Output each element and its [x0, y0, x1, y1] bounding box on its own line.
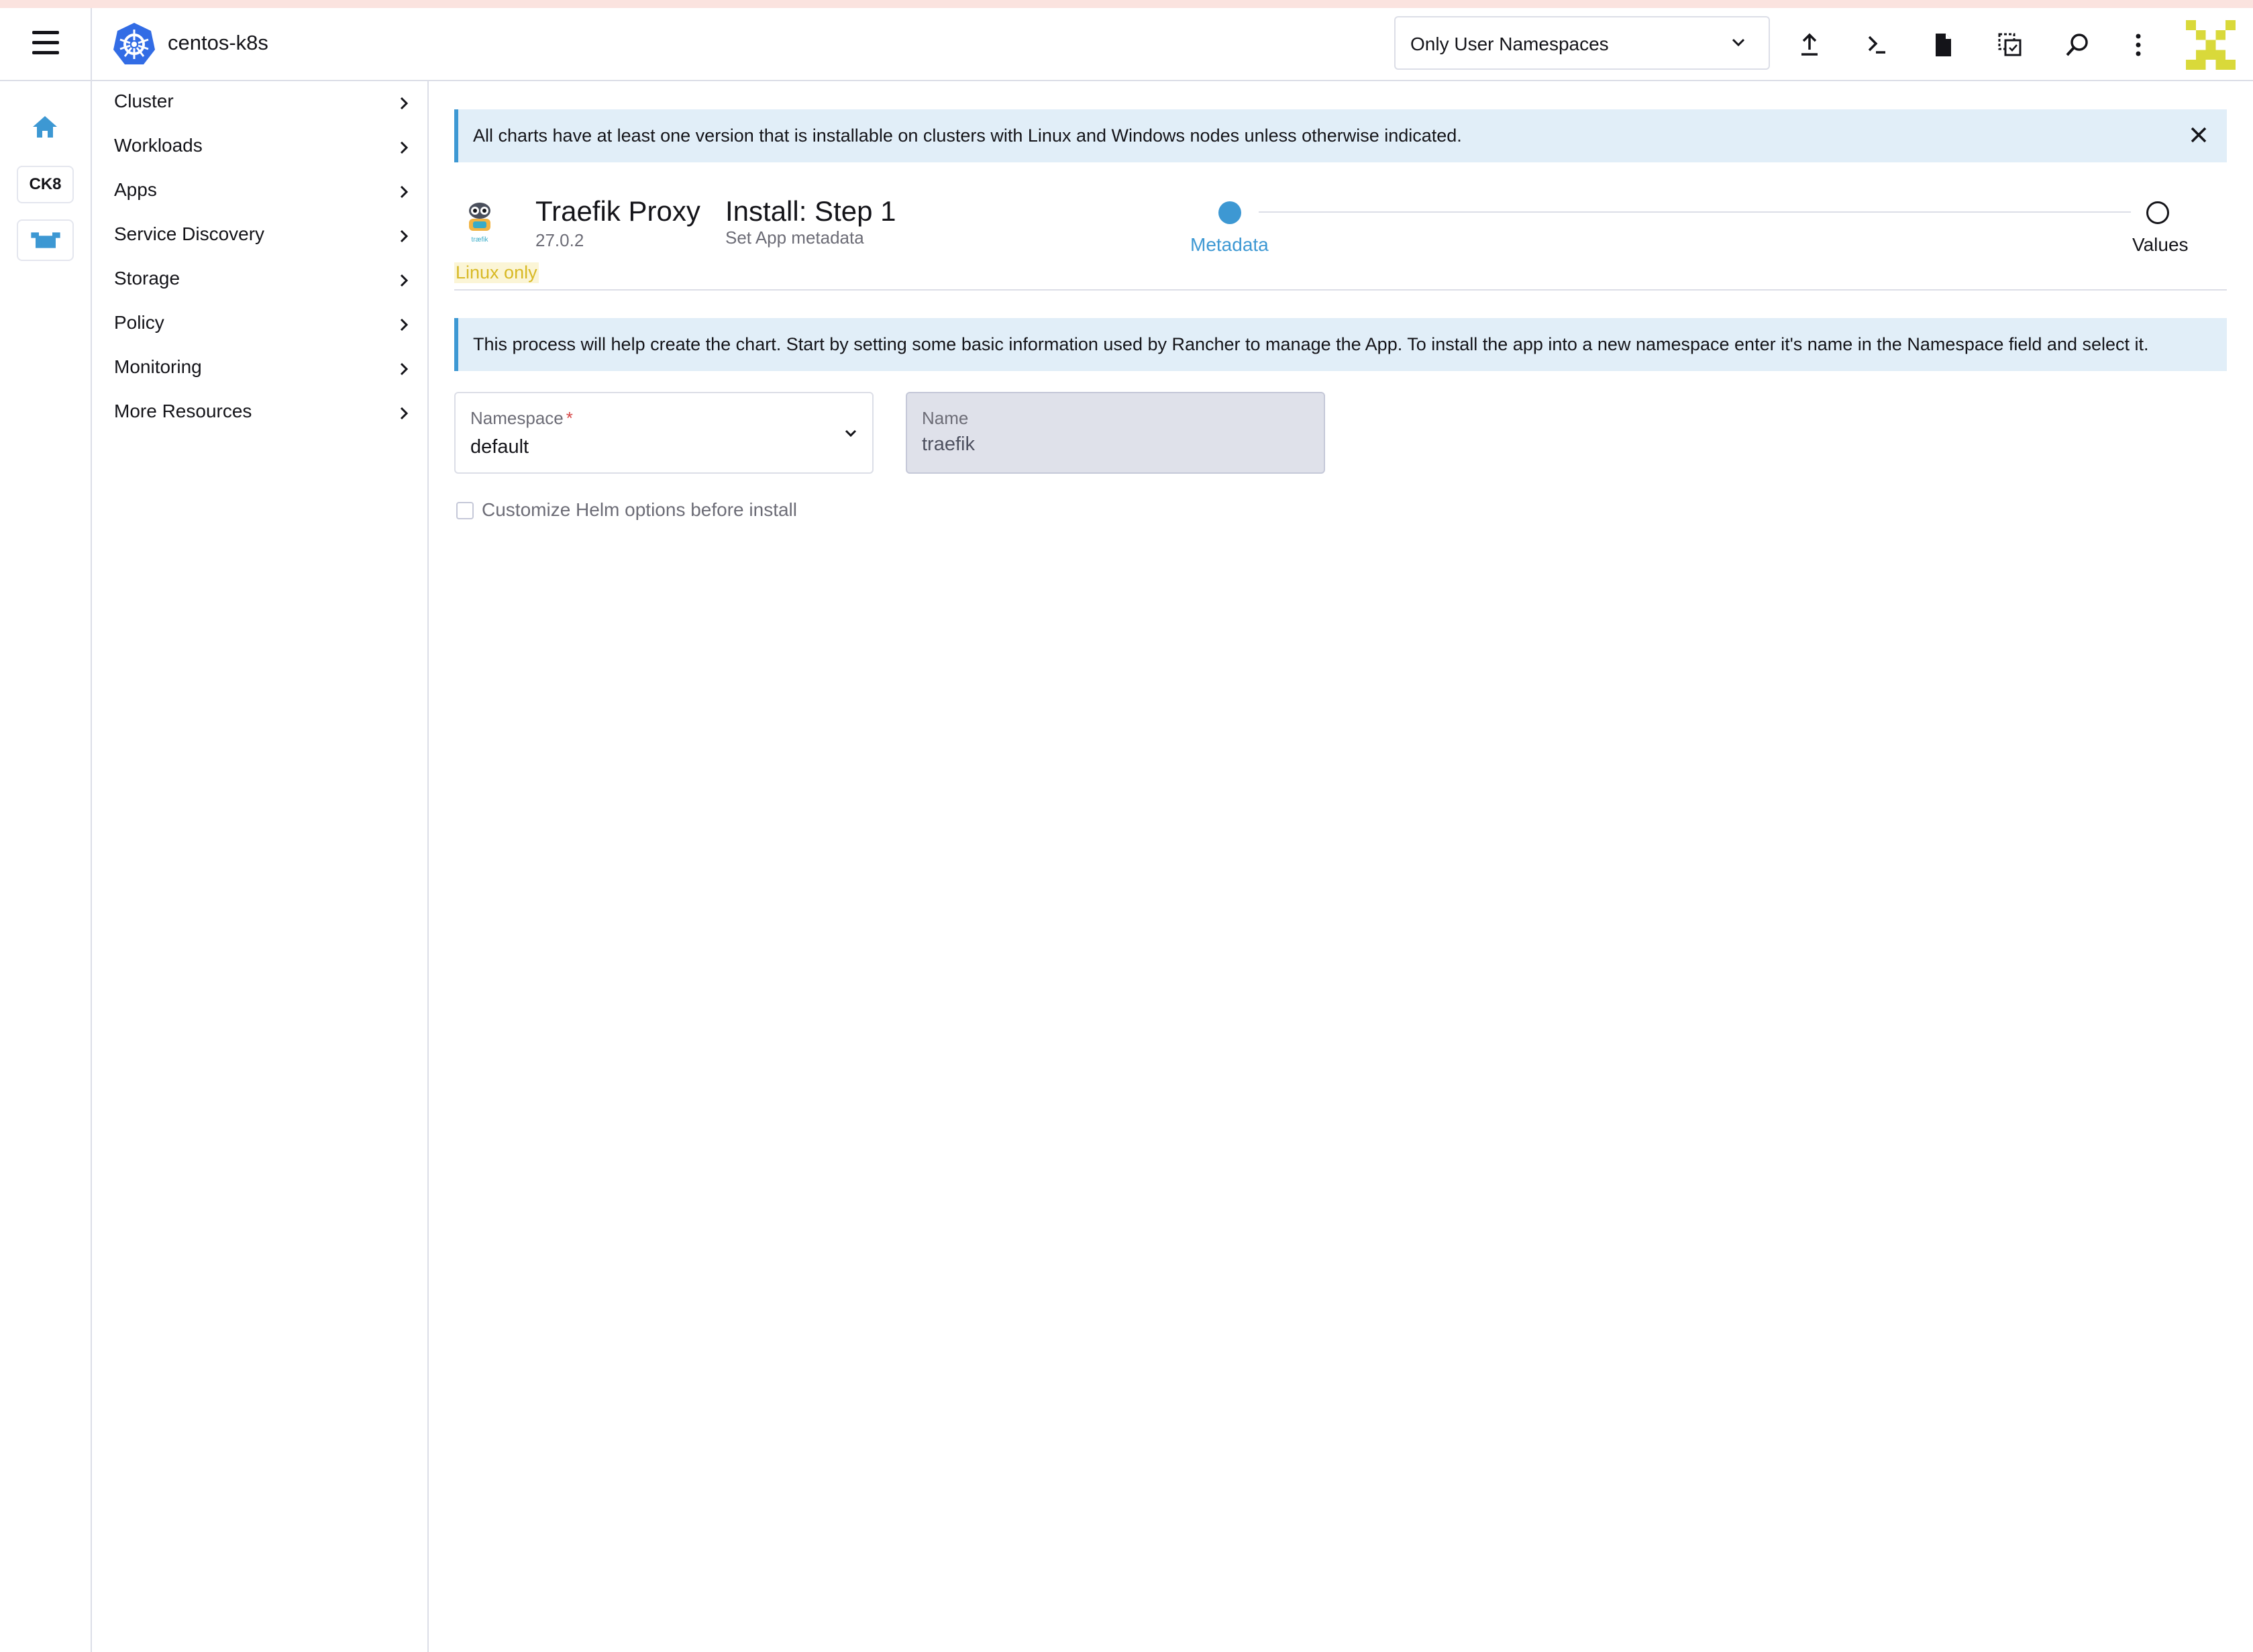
- main-content: All charts have at least one version tha…: [429, 81, 2253, 1652]
- file-icon[interactable]: [1928, 30, 1958, 60]
- namespace-filter-value: Only User Namespaces: [1410, 34, 1609, 54]
- nav-item-apps[interactable]: Apps: [92, 170, 427, 214]
- process-info-banner: This process will help create the chart.…: [454, 318, 2227, 371]
- kubernetes-logo-icon: [113, 23, 155, 64]
- step-title: Install: Step 1: [725, 195, 896, 227]
- namespace-select[interactable]: Namespace * default: [454, 392, 874, 474]
- chevron-right-icon: [400, 141, 409, 154]
- chart-version: 27.0.2: [535, 230, 584, 250]
- required-marker: *: [566, 408, 573, 428]
- namespace-label: Namespace *: [470, 408, 573, 429]
- nav-label: Cluster: [114, 91, 174, 111]
- top-header: centos-k8s Only User Namespaces: [0, 8, 2253, 81]
- nav-item-monitoring[interactable]: Monitoring: [92, 347, 427, 391]
- cluster-rail: CK8: [0, 81, 92, 1652]
- step-values-label[interactable]: Values: [2132, 234, 2189, 256]
- user-avatar[interactable]: [2186, 20, 2236, 70]
- step-subtitle: Set App metadata: [725, 227, 864, 248]
- os-badge: Linux only: [454, 262, 539, 283]
- namespace-label-text: Namespace: [470, 408, 564, 428]
- nav-label: Workloads: [114, 135, 203, 156]
- chevron-right-icon: [400, 185, 409, 199]
- header-separator: [454, 289, 2227, 291]
- customize-helm-checkbox[interactable]: [456, 502, 474, 519]
- nav-label: Storage: [114, 268, 180, 289]
- nav-label: More Resources: [114, 401, 252, 421]
- os-info-banner: All charts have at least one version tha…: [454, 109, 2227, 162]
- step-metadata-dot[interactable]: [1218, 201, 1241, 224]
- nav-item-storage[interactable]: Storage: [92, 258, 427, 303]
- chevron-right-icon: [400, 274, 409, 287]
- stepper-line: [1259, 211, 2131, 213]
- chevron-down-icon: [1732, 38, 1745, 47]
- nav-label: Apps: [114, 179, 157, 200]
- home-icon[interactable]: [29, 111, 61, 143]
- side-navigation: Cluster Workloads Apps Service Discovery…: [92, 81, 429, 1652]
- chevron-right-icon: [400, 229, 409, 243]
- terminal-icon[interactable]: [1861, 30, 1892, 60]
- process-info-text: This process will help create the chart.…: [473, 334, 2149, 354]
- nav-item-policy[interactable]: Policy: [92, 303, 427, 347]
- nav-label: Service Discovery: [114, 223, 265, 244]
- chevron-right-icon: [400, 362, 409, 376]
- chevron-right-icon: [400, 97, 409, 110]
- traefik-logo-icon: træfik: [469, 203, 490, 244]
- menu-icon[interactable]: [27, 31, 64, 58]
- nav-item-more-resources[interactable]: More Resources: [92, 391, 427, 435]
- os-info-text: All charts have at least one version tha…: [473, 125, 1462, 146]
- close-icon[interactable]: [2188, 124, 2209, 146]
- name-value: traefik: [922, 433, 975, 455]
- nav-item-service-discovery[interactable]: Service Discovery: [92, 214, 427, 258]
- namespace-filter-select[interactable]: Only User Namespaces: [1394, 16, 1770, 70]
- cluster-name: centos-k8s: [168, 31, 268, 54]
- namespace-value: default: [470, 436, 529, 458]
- svg-text:træfik: træfik: [472, 236, 489, 244]
- search-icon[interactable]: [2062, 30, 2093, 60]
- customize-helm-label[interactable]: Customize Helm options before install: [482, 499, 797, 521]
- nav-item-cluster[interactable]: Cluster: [92, 81, 427, 125]
- copy-config-icon[interactable]: [1995, 30, 2026, 60]
- nav-label: Monitoring: [114, 356, 202, 377]
- header-divider: [91, 8, 92, 81]
- rancher-cow-icon[interactable]: [17, 219, 74, 261]
- step-metadata-label[interactable]: Metadata: [1190, 234, 1269, 256]
- upload-icon[interactable]: [1794, 30, 1825, 60]
- step-values-dot[interactable]: [2146, 201, 2169, 224]
- nav-label: Policy: [114, 312, 164, 333]
- chart-name: Traefik Proxy: [535, 195, 700, 227]
- nav-item-workloads[interactable]: Workloads: [92, 125, 427, 170]
- name-input[interactable]: Name traefik: [906, 392, 1325, 474]
- chevron-right-icon: [400, 407, 409, 420]
- name-label: Name: [922, 408, 969, 428]
- top-stripe: [0, 0, 2253, 8]
- chevron-right-icon: [400, 318, 409, 331]
- cluster-badge[interactable]: CK8: [17, 166, 74, 203]
- chevron-down-icon: [845, 429, 857, 437]
- more-vertical-icon[interactable]: [2123, 30, 2154, 60]
